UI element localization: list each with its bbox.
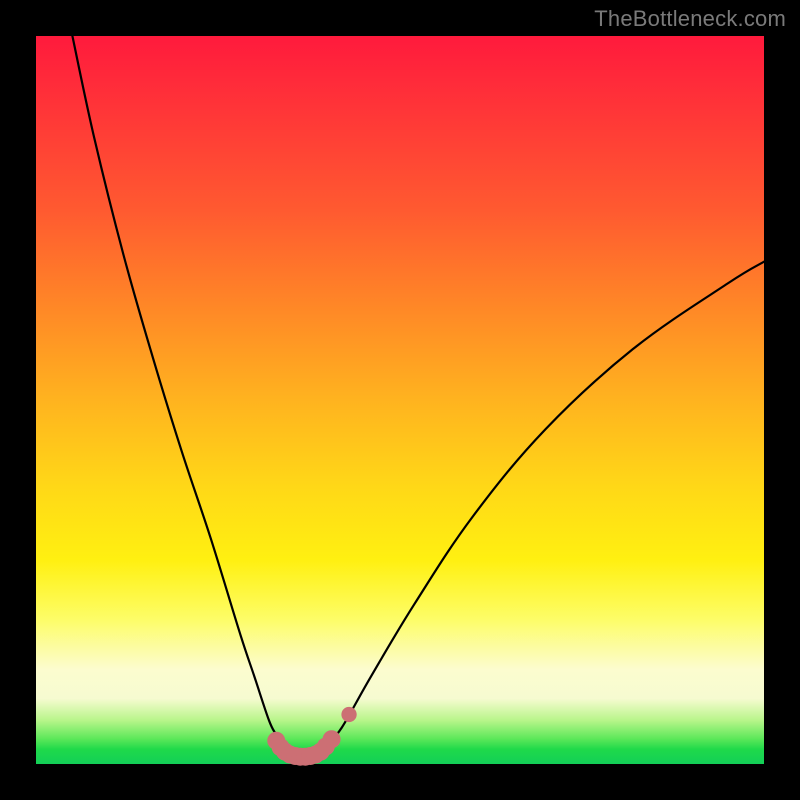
curve-layer [36,36,764,764]
curve-marker [341,707,356,722]
curve-markers [267,707,356,766]
watermark-text: TheBottleneck.com [594,6,786,32]
bottleneck-curve [72,36,764,757]
curve-marker [323,730,341,748]
plot-area [36,36,764,764]
chart-frame: TheBottleneck.com [0,0,800,800]
